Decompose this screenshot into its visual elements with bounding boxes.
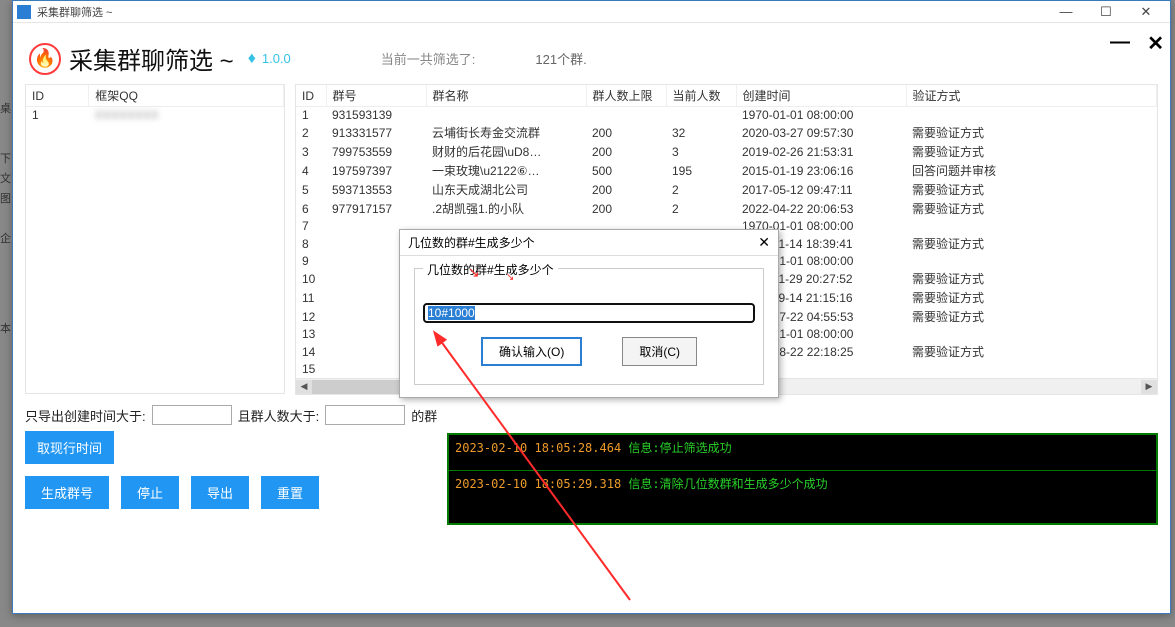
input-dialog: 几位数的群#生成多少个 ✕ 几位数的群#生成多少个 确认输入(O) 取消(C) (399, 229, 779, 398)
dialog-label: 几位数的群#生成多少个 (423, 261, 558, 278)
dialog-title: 几位数的群#生成多少个 (408, 234, 758, 251)
bg-hint: 文 (0, 170, 12, 186)
col-header[interactable]: 当前人数 (666, 85, 736, 107)
table-row[interactable]: 1XXXXXXXX (26, 107, 284, 124)
current-label: 当前一共筛选了: (381, 49, 476, 68)
filter-mid-label: 且群人数大于: (238, 406, 320, 425)
dialog-ok-button[interactable]: 确认输入(O) (481, 337, 582, 366)
bg-hint: 下 (0, 150, 12, 166)
filter-suf-label: 的群 (411, 406, 437, 425)
get-time-button[interactable]: 取现行时间 (25, 431, 114, 464)
table-row[interactable]: 2913331577云埔街长寿金交流群200322020-03-27 09:57… (296, 123, 1157, 142)
filter-pre-label: 只导出创建时间大于: (25, 406, 146, 425)
dialog-titlebar: 几位数的群#生成多少个 ✕ (400, 230, 778, 256)
table-row[interactable]: 19315931391970-01-01 08:00:00 (296, 107, 1157, 124)
bg-hint: 图 (0, 190, 12, 206)
titlebar: 采集群聊筛选 ~ — ☐ ✕ (13, 1, 1170, 23)
filter-time-input[interactable] (152, 405, 232, 425)
col-header[interactable]: ID (296, 85, 326, 107)
left-table[interactable]: ID框架QQ 1XXXXXXXX (25, 84, 285, 394)
current-count: 121个群. (535, 49, 586, 68)
close-button[interactable]: ✕ (1126, 1, 1166, 23)
col-header[interactable]: 验证方式 (906, 85, 1157, 107)
dialog-input[interactable] (423, 303, 755, 323)
version-label: 1.0.0 (262, 51, 291, 66)
maximize-button[interactable]: ☐ (1086, 1, 1126, 23)
table-row[interactable]: 5593713553山东天成湖北公司20022017-05-12 09:47:1… (296, 180, 1157, 199)
bg-hint: 本 (0, 320, 12, 336)
log-console: 2023-02-10 18:05:28.464 信息:停止筛选成功 2023-0… (447, 433, 1158, 525)
col-header[interactable]: 群人数上限 (586, 85, 666, 107)
dialog-close-icon[interactable]: ✕ (758, 234, 770, 251)
bg-hint: 桌 (0, 100, 12, 116)
col-header[interactable]: 群名称 (426, 85, 586, 107)
table-row[interactable]: 3799753559财财的后花园\uD8…20032019-02-26 21:5… (296, 142, 1157, 161)
filter-row: 只导出创建时间大于: 且群人数大于: 的群 (13, 395, 1170, 429)
stop-button[interactable]: 停止 (121, 476, 179, 509)
scroll-right-icon[interactable]: ▶ (1141, 380, 1157, 394)
export-button[interactable]: 导出 (191, 476, 249, 509)
fire-icon: 🔥 (29, 43, 61, 75)
table-row[interactable]: 4197597397一束玫瑰\u2122⑥…5001952015-01-19 2… (296, 161, 1157, 180)
log-row: 2023-02-10 18:05:29.318 信息:清除几位数群和生成多少个成… (449, 471, 1156, 506)
scroll-left-icon[interactable]: ◀ (296, 380, 312, 394)
minimize-button[interactable]: — (1046, 1, 1086, 23)
col-header[interactable]: 创建时间 (736, 85, 906, 107)
window-title: 采集群聊筛选 ~ (37, 4, 1046, 20)
log-row: 2023-02-10 18:05:28.464 信息:停止筛选成功 (449, 435, 1156, 471)
generate-button[interactable]: 生成群号 (25, 476, 109, 509)
header-close-icon[interactable]: ✕ (1147, 31, 1164, 56)
col-header[interactable]: 框架QQ (89, 85, 284, 107)
table-row[interactable]: 6977917157.2胡凯强1.的小队20022022-04-22 20:06… (296, 199, 1157, 218)
diamond-icon: ♦ (248, 50, 256, 68)
reset-button[interactable]: 重置 (261, 476, 319, 509)
header: 🔥 采集群聊筛选 ~ ♦ 1.0.0 当前一共筛选了: 121个群. — ✕ (13, 23, 1170, 84)
header-minimize-icon[interactable]: — (1110, 31, 1130, 54)
col-header[interactable]: 群号 (326, 85, 426, 107)
filter-count-input[interactable] (325, 405, 405, 425)
col-header[interactable]: ID (26, 85, 89, 107)
dialog-cancel-button[interactable]: 取消(C) (622, 337, 697, 366)
app-title: 采集群聊筛选 ~ (69, 41, 234, 76)
app-icon (17, 5, 31, 19)
bg-hint: 企 (0, 230, 12, 246)
dialog-frame: 几位数的群#生成多少个 确认输入(O) 取消(C) (414, 268, 764, 385)
